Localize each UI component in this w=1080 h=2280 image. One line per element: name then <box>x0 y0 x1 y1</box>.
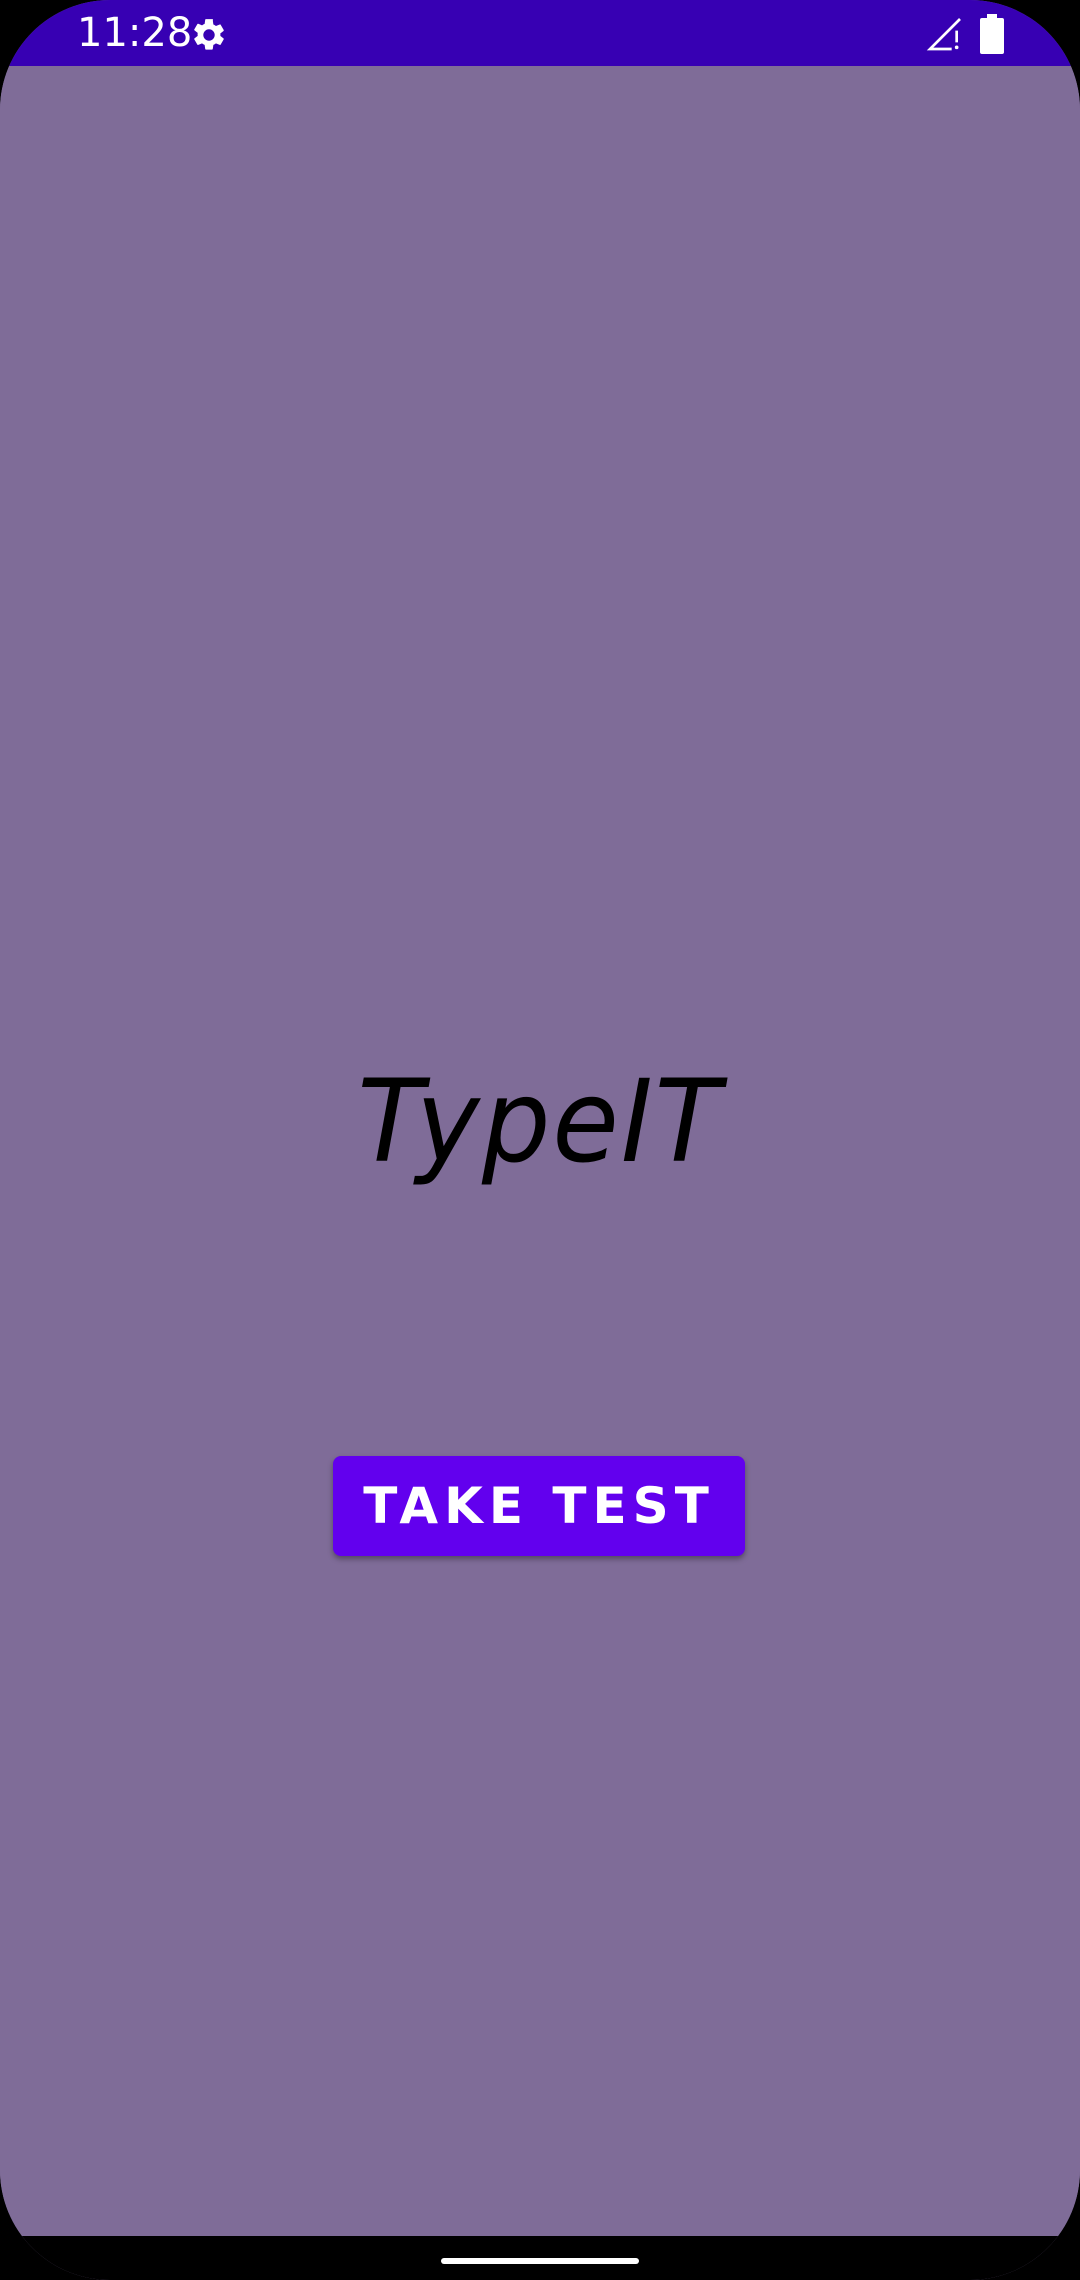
take-test-button[interactable]: TAKE TEST <box>333 1456 745 1556</box>
status-bar: 11:28 <box>0 0 1080 66</box>
phone-screen: 11:28 TypeIT TAKE TEST <box>0 0 1080 2280</box>
signal-icon <box>926 18 961 51</box>
home-gesture-handle[interactable] <box>441 2258 639 2264</box>
gear-icon <box>194 19 224 50</box>
battery-icon <box>980 14 1004 54</box>
navigation-bar <box>0 2236 1080 2280</box>
app-title: TypeIT <box>357 1056 723 1189</box>
status-time: 11:28 <box>77 10 193 56</box>
